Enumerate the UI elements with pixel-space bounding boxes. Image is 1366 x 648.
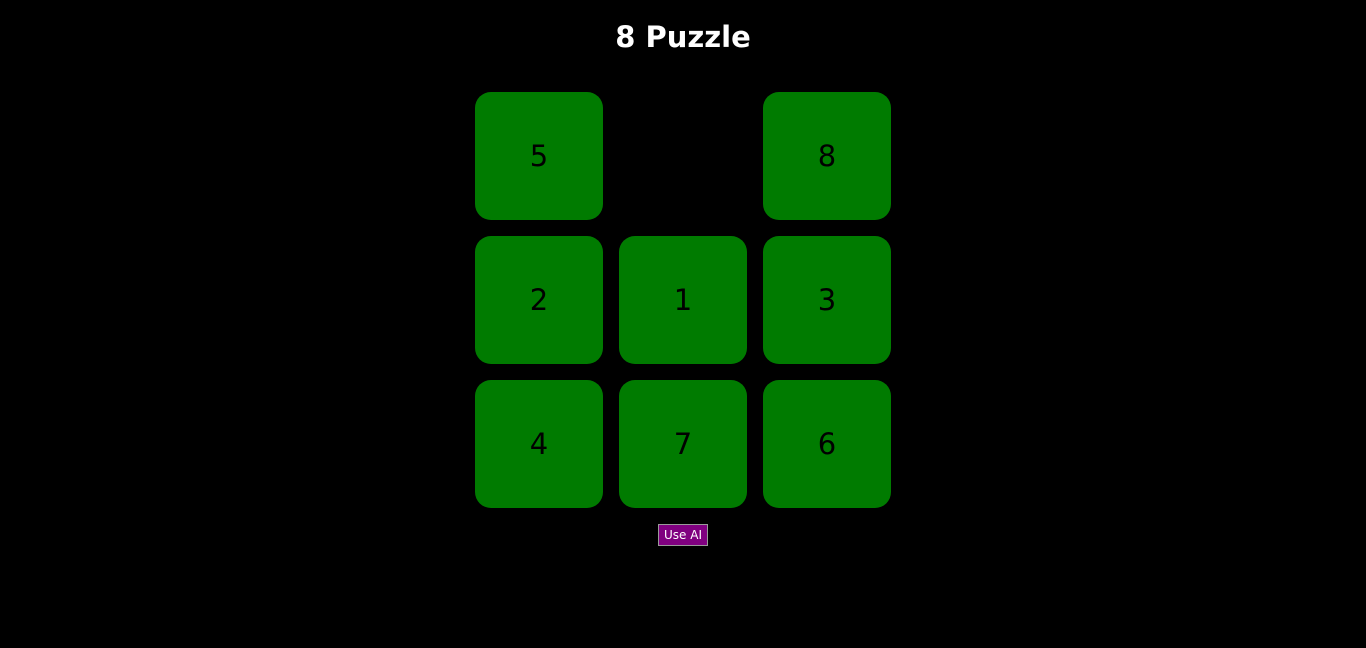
tile-r2-c1[interactable]: 2 [475, 236, 603, 364]
tile-r2-c2[interactable]: 1 [619, 236, 747, 364]
tile-r3-c1[interactable]: 4 [475, 380, 603, 508]
tile-r1-c1[interactable]: 5 [475, 92, 603, 220]
empty-slot[interactable] [619, 92, 747, 220]
tile-r3-c3[interactable]: 6 [763, 380, 891, 508]
tile-r2-c3[interactable]: 3 [763, 236, 891, 364]
page-title: 8 Puzzle [615, 20, 751, 54]
puzzle-board: 5 8 2 1 3 4 7 6 [475, 92, 891, 508]
use-ai-button[interactable]: Use AI [658, 524, 708, 546]
tile-r1-c3[interactable]: 8 [763, 92, 891, 220]
game-page: 8 Puzzle 5 8 2 1 3 4 7 6 Use AI [0, 0, 1366, 648]
tile-r3-c2[interactable]: 7 [619, 380, 747, 508]
